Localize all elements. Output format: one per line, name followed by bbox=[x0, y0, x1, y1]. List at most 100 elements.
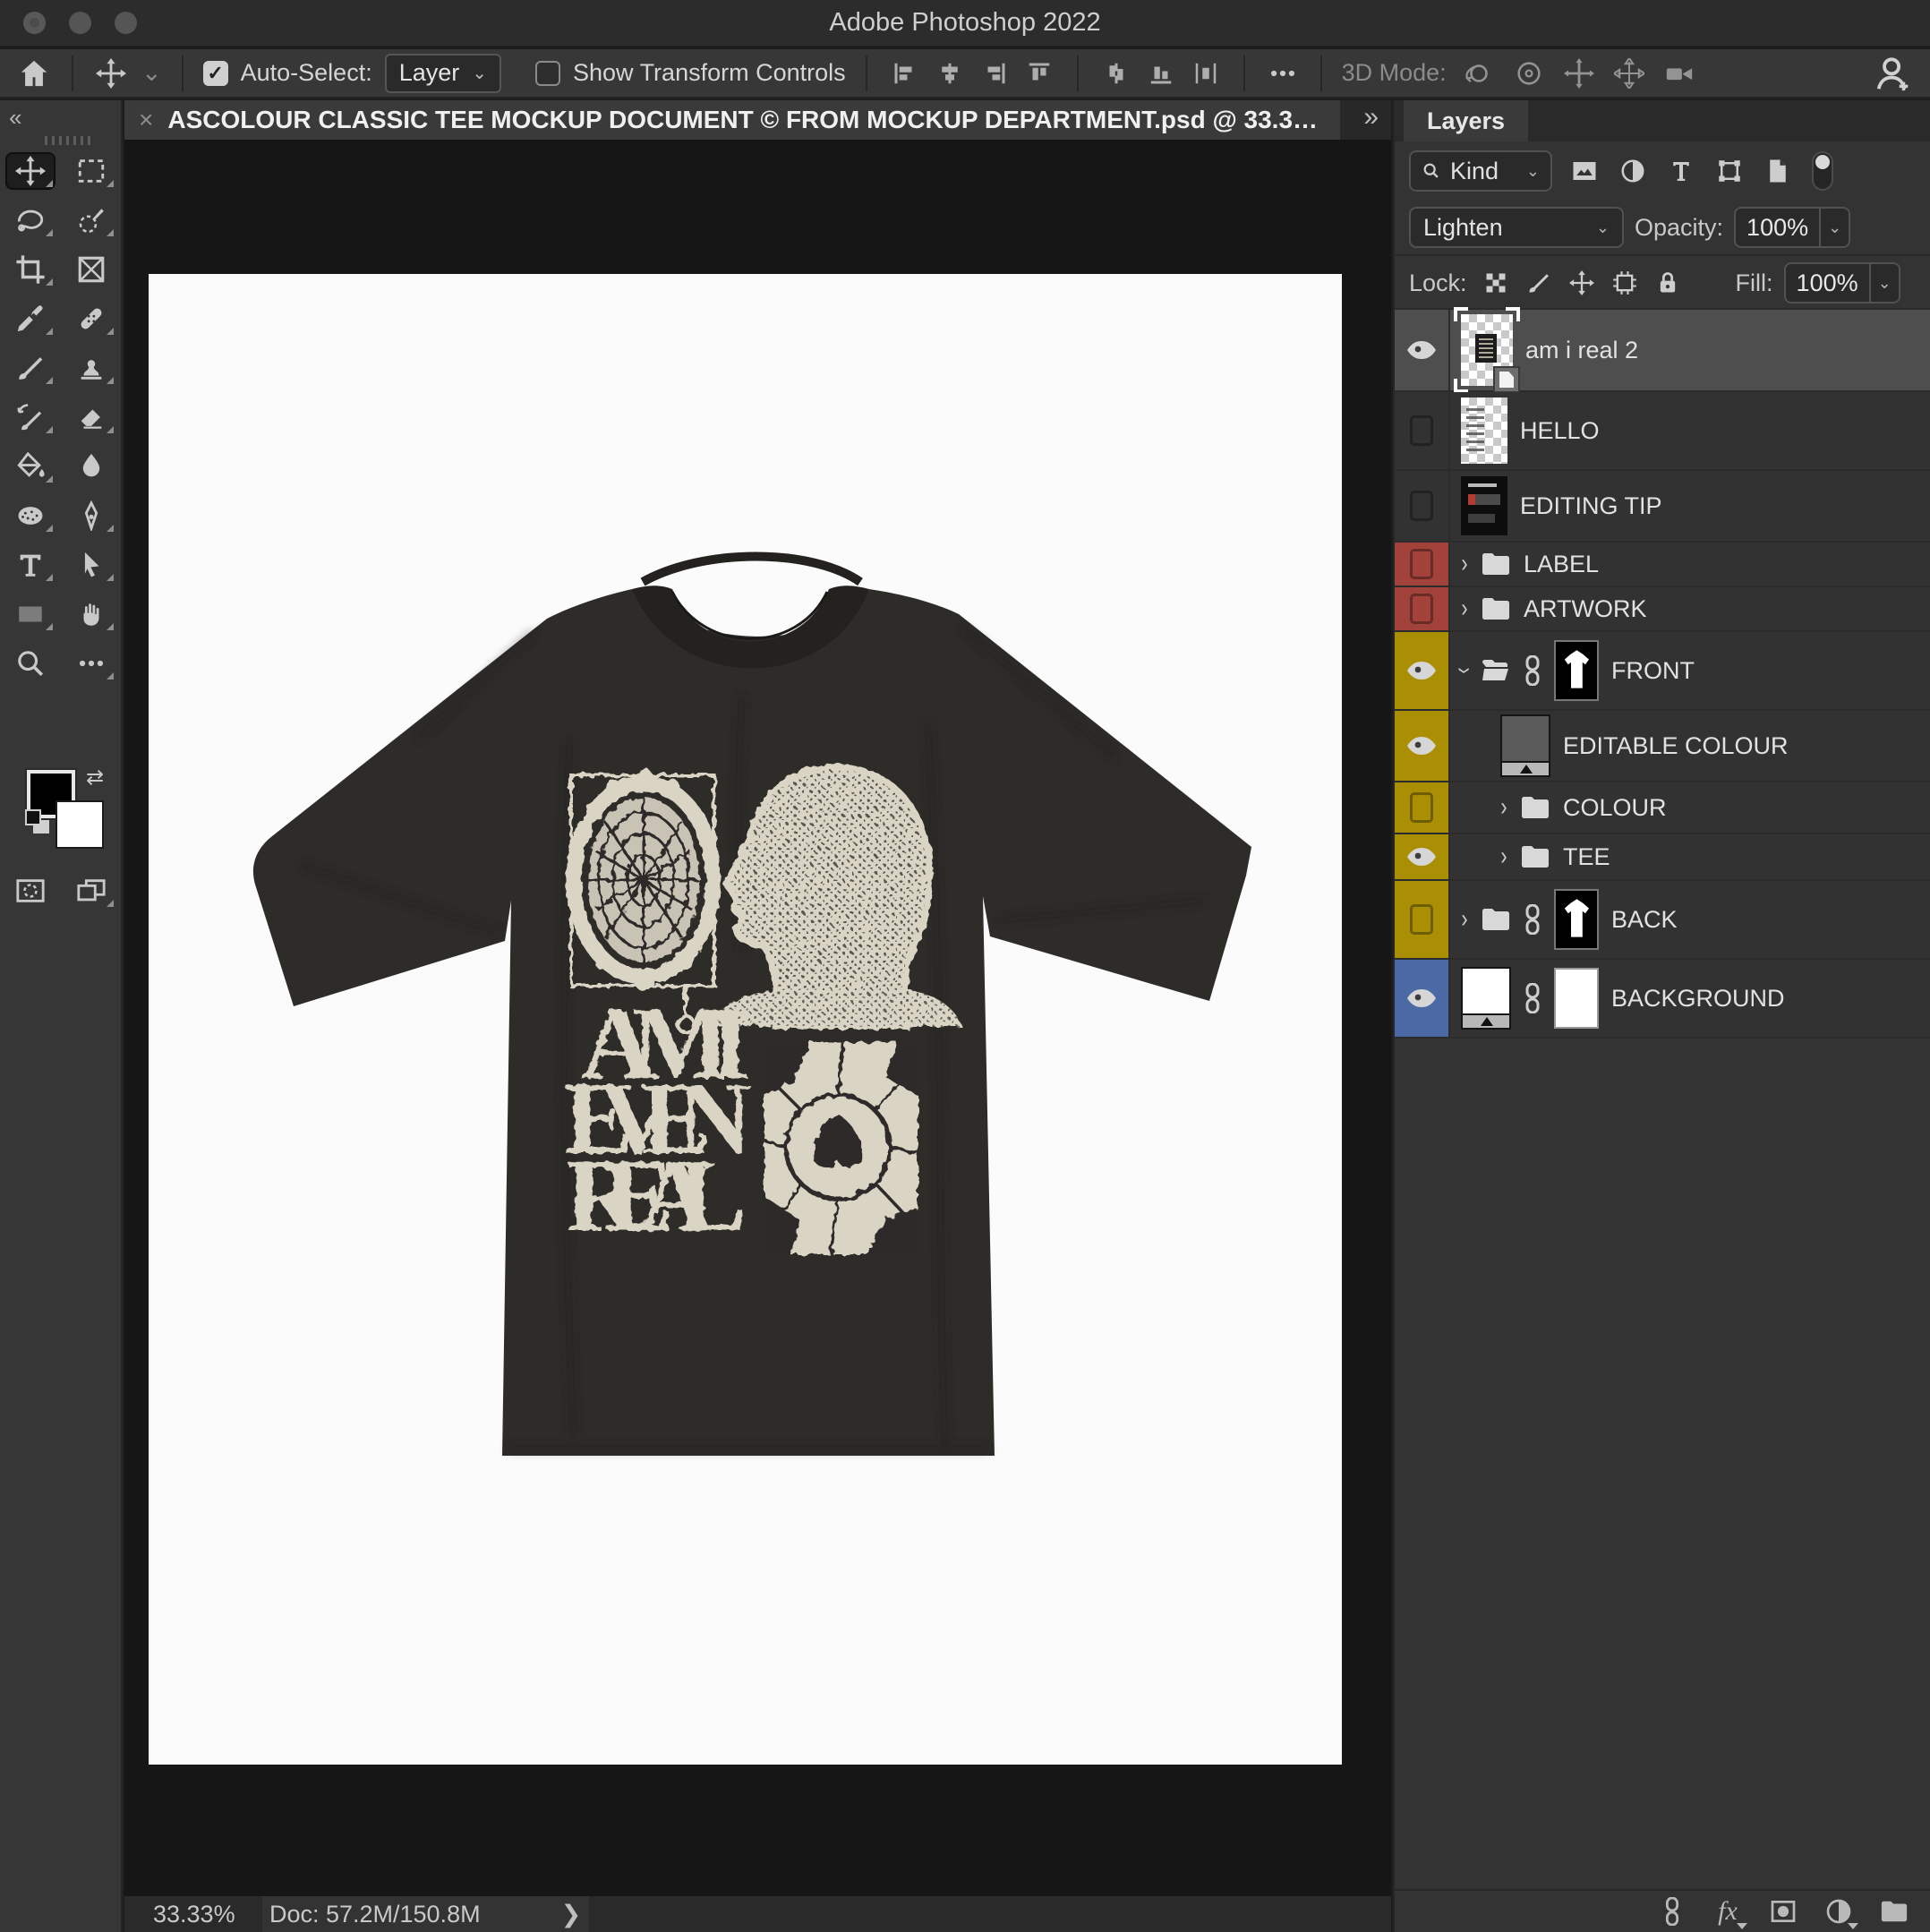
frame-tool[interactable] bbox=[66, 251, 116, 288]
filter-smart-objects-icon[interactable] bbox=[1762, 155, 1794, 187]
close-tab-icon[interactable]: × bbox=[139, 106, 153, 134]
pen-tool[interactable] bbox=[66, 497, 116, 534]
layer-name[interactable]: ARTWORK bbox=[1524, 595, 1647, 623]
mask-link-icon[interactable] bbox=[1524, 655, 1541, 686]
expand-chevron-icon[interactable]: › bbox=[1500, 792, 1507, 823]
shape-tool[interactable] bbox=[5, 595, 56, 633]
fill-layer-thumbnail[interactable] bbox=[1500, 714, 1550, 777]
layer-row-artwork-group[interactable]: › ARTWORK bbox=[1395, 587, 1930, 632]
mask-link-icon[interactable] bbox=[1524, 983, 1541, 1013]
account-avatar-icon[interactable] bbox=[1873, 53, 1914, 94]
layer-name[interactable]: EDITING TIP bbox=[1520, 492, 1662, 520]
visibility-checkbox-empty[interactable] bbox=[1395, 881, 1450, 958]
layer-thumbnail[interactable] bbox=[1461, 476, 1507, 535]
layer-name[interactable]: am i real 2 bbox=[1525, 337, 1638, 364]
filter-pixel-layers-icon[interactable] bbox=[1568, 155, 1601, 187]
path-selection-tool[interactable] bbox=[66, 546, 116, 584]
tools-drag-grip[interactable] bbox=[45, 136, 95, 145]
move-tool-preset-icon[interactable] bbox=[93, 56, 129, 91]
visibility-checkbox-empty[interactable] bbox=[1395, 782, 1450, 833]
layer-row-label-group[interactable]: › LABEL bbox=[1395, 543, 1930, 587]
layer-row-colour-group[interactable]: › COLOUR bbox=[1395, 782, 1930, 834]
show-transform-controls-checkbox[interactable] bbox=[535, 61, 560, 86]
layer-row-tee-group[interactable]: › TEE bbox=[1395, 834, 1930, 881]
add-layer-mask-icon[interactable] bbox=[1767, 1895, 1799, 1928]
move-tool[interactable] bbox=[5, 152, 56, 190]
filter-adjustment-layers-icon[interactable] bbox=[1617, 155, 1649, 187]
lock-all-icon[interactable] bbox=[1653, 269, 1682, 297]
expand-chevron-icon[interactable]: › bbox=[1461, 549, 1467, 579]
eyedropper-tool[interactable] bbox=[5, 300, 56, 338]
layer-name[interactable]: TEE bbox=[1563, 843, 1610, 871]
type-tool[interactable] bbox=[5, 546, 56, 584]
chevron-down-icon[interactable]: ⌄ bbox=[141, 59, 162, 87]
align-bottom-edges-button[interactable] bbox=[1143, 56, 1179, 91]
close-window-button[interactable] bbox=[23, 12, 46, 34]
quick-selection-tool[interactable] bbox=[66, 201, 116, 239]
3d-camera-icon[interactable] bbox=[1661, 56, 1697, 91]
mask-link-icon[interactable] bbox=[1524, 904, 1541, 935]
3d-slide-icon[interactable] bbox=[1611, 56, 1647, 91]
lock-transparency-icon[interactable] bbox=[1482, 269, 1510, 297]
tab-overflow-chevron-icon[interactable]: » bbox=[1363, 100, 1391, 140]
swap-colors-icon[interactable]: ⇄ bbox=[86, 765, 104, 791]
auto-select-target-dropdown[interactable]: Layer ⌄ bbox=[385, 54, 501, 93]
layer-row-background[interactable]: BACKGROUND bbox=[1395, 960, 1930, 1039]
dodge-tool[interactable] bbox=[5, 497, 56, 534]
align-top-edges-button[interactable] bbox=[1021, 56, 1057, 91]
layer-name[interactable]: EDITABLE COLOUR bbox=[1563, 732, 1789, 760]
filter-kind-dropdown[interactable]: Kind ⌄ bbox=[1409, 150, 1552, 192]
visibility-checkbox-empty[interactable] bbox=[1395, 543, 1450, 586]
distribute-horizontal-button[interactable] bbox=[1188, 56, 1224, 91]
filter-shape-layers-icon[interactable] bbox=[1713, 155, 1746, 187]
layer-row-am-i-real-2[interactable]: am i real 2 bbox=[1395, 310, 1930, 392]
fill-layer-thumbnail[interactable] bbox=[1461, 967, 1511, 1030]
background-color-swatch[interactable] bbox=[56, 800, 104, 849]
layer-style-fx-icon[interactable]: fx bbox=[1712, 1895, 1744, 1928]
visibility-checkbox-empty[interactable] bbox=[1395, 587, 1450, 630]
visibility-eye-icon[interactable] bbox=[1395, 632, 1450, 709]
layer-name[interactable]: COLOUR bbox=[1563, 794, 1667, 822]
quick-mask-button[interactable] bbox=[5, 872, 56, 910]
lock-artboard-icon[interactable] bbox=[1610, 269, 1639, 297]
expand-chevron-icon[interactable]: › bbox=[1461, 594, 1467, 624]
home-icon[interactable] bbox=[16, 56, 52, 91]
crop-tool[interactable] bbox=[5, 251, 56, 288]
brush-tool[interactable] bbox=[5, 349, 56, 387]
opacity-field[interactable]: 100% ⌄ bbox=[1734, 207, 1850, 248]
healing-brush-tool[interactable] bbox=[66, 300, 116, 338]
layers-panel-tab[interactable]: Layers bbox=[1404, 100, 1528, 141]
layer-row-front-group[interactable]: › FRONT bbox=[1395, 632, 1930, 711]
align-left-edges-button[interactable] bbox=[887, 56, 923, 91]
layer-mask-thumbnail[interactable] bbox=[1554, 640, 1599, 701]
minimize-window-button[interactable] bbox=[69, 12, 91, 34]
auto-select-checkbox[interactable] bbox=[203, 61, 228, 86]
expand-chevron-icon[interactable]: › bbox=[1461, 904, 1467, 935]
link-layers-icon[interactable] bbox=[1656, 1895, 1688, 1928]
lasso-tool[interactable] bbox=[5, 201, 56, 239]
eraser-tool[interactable] bbox=[66, 398, 116, 436]
layer-row-back-group[interactable]: › BACK bbox=[1395, 881, 1930, 960]
layer-name[interactable]: HELLO bbox=[1520, 417, 1600, 445]
layer-row-editable-colour[interactable]: EDITABLE COLOUR bbox=[1395, 711, 1930, 782]
lock-position-icon[interactable] bbox=[1567, 269, 1596, 297]
new-adjustment-layer-icon[interactable] bbox=[1823, 1895, 1855, 1928]
layer-mask-thumbnail[interactable] bbox=[1554, 889, 1599, 950]
visibility-eye-icon[interactable] bbox=[1395, 834, 1450, 879]
fill-field[interactable]: 100% ⌄ bbox=[1784, 262, 1900, 303]
layer-row-hello[interactable]: HELLO bbox=[1395, 392, 1930, 471]
layer-name[interactable]: FRONT bbox=[1611, 657, 1695, 685]
layer-row-editing-tip[interactable]: EDITING TIP bbox=[1395, 471, 1930, 543]
new-group-icon[interactable] bbox=[1878, 1895, 1910, 1928]
blend-mode-dropdown[interactable]: Lighten ⌄ bbox=[1409, 207, 1624, 248]
marquee-tool[interactable] bbox=[66, 152, 116, 190]
layer-name[interactable]: LABEL bbox=[1524, 551, 1599, 578]
layer-thumbnail[interactable] bbox=[1461, 398, 1507, 464]
document-tab[interactable]: × ASCOLOUR CLASSIC TEE MOCKUP DOCUMENT ©… bbox=[124, 100, 1340, 140]
canvas[interactable]: AM I EVEN REAL bbox=[124, 140, 1391, 1896]
screen-mode-button[interactable] bbox=[66, 872, 116, 910]
more-align-options-button[interactable] bbox=[1265, 56, 1301, 91]
layer-name[interactable]: BACKGROUND bbox=[1611, 985, 1785, 1013]
gradient-tool[interactable] bbox=[5, 448, 56, 485]
filter-type-layers-icon[interactable] bbox=[1665, 155, 1697, 187]
